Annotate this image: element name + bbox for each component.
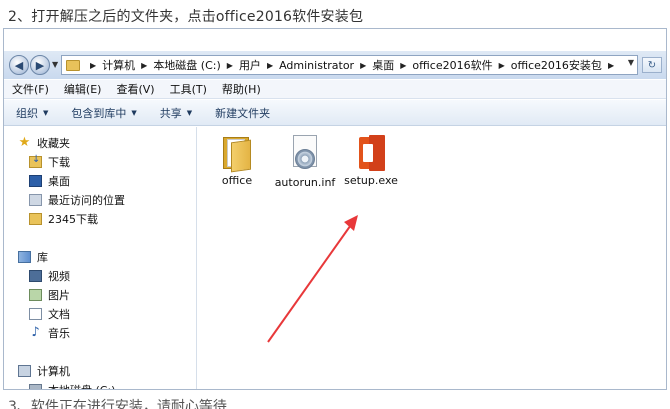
- include-in-library-button[interactable]: 包含到库中 ▼: [59, 105, 147, 121]
- chevron-down-icon: ▼: [43, 108, 49, 117]
- chevron-right-icon[interactable]: ▶: [90, 61, 96, 70]
- nav-item-music[interactable]: ♪ 音乐: [29, 325, 70, 341]
- new-folder-button[interactable]: 新建文件夹: [203, 105, 281, 121]
- nav-item-2345-downloads[interactable]: 2345下载: [29, 211, 98, 227]
- address-history-dropdown-icon[interactable]: ▼: [628, 58, 634, 67]
- chevron-right-icon[interactable]: ▶: [227, 61, 233, 70]
- nav-computer[interactable]: 计算机: [18, 363, 70, 379]
- menu-file[interactable]: 文件(F): [4, 81, 56, 97]
- recent-places-icon: [29, 194, 42, 206]
- folder-icon: [66, 59, 80, 71]
- chevron-right-icon[interactable]: ▶: [499, 61, 505, 70]
- nav-item-label: 视频: [48, 270, 70, 283]
- next-step-caption: 3、软件正在进行安装，请耐心等待: [8, 399, 227, 409]
- nav-item-pictures[interactable]: 图片: [29, 287, 70, 303]
- chevron-down-icon: ▼: [186, 108, 193, 117]
- document-icon: [29, 308, 42, 320]
- include-library-label: 包含到库中: [71, 106, 127, 120]
- chevron-right-icon[interactable]: ▶: [360, 61, 366, 70]
- folder-icon: [29, 213, 42, 225]
- address-row: ◀ ▶ ▼ ▶ 计算机 ▶ 本地磁盘 (C:) ▶ 用户 ▶ Administr…: [4, 51, 666, 79]
- video-icon: [29, 270, 42, 282]
- disk-drive-icon: [29, 384, 42, 389]
- step-caption: 2、打开解压之后的文件夹，点击office2016软件安装包: [8, 9, 364, 25]
- menu-edit[interactable]: 编辑(E): [56, 81, 109, 97]
- chevron-right-icon[interactable]: ▶: [267, 61, 273, 70]
- nav-favorites-label: 收藏夹: [37, 137, 70, 150]
- file-list-area[interactable]: office autorun.inf setup.exe: [198, 127, 666, 389]
- new-folder-label: 新建文件夹: [215, 106, 271, 120]
- nav-computer-label: 计算机: [37, 365, 70, 378]
- desktop-icon: [29, 175, 42, 187]
- nav-libraries-label: 库: [37, 251, 48, 264]
- chevron-down-icon: ▼: [131, 108, 137, 117]
- nav-item-label: 文档: [48, 308, 70, 321]
- nav-item-local-disk[interactable]: 本地磁盘 (C:): [29, 382, 115, 389]
- nav-item-desktop[interactable]: 桌面: [29, 173, 70, 189]
- computer-icon: [18, 365, 31, 377]
- navigation-pane: ★ 收藏夹 下载 桌面 最近访问的位置 2345下载 库 视频: [4, 127, 197, 389]
- nav-item-label: 最近访问的位置: [48, 194, 125, 207]
- nav-libraries[interactable]: 库: [18, 249, 48, 265]
- organize-label: 组织: [16, 106, 38, 120]
- forward-button[interactable]: ▶: [30, 55, 50, 75]
- chevron-right-icon[interactable]: ▶: [141, 61, 147, 70]
- nav-item-documents[interactable]: 文档: [29, 306, 70, 322]
- refresh-icon[interactable]: ↻: [642, 57, 662, 73]
- nav-item-downloads[interactable]: 下载: [29, 154, 70, 170]
- music-note-icon: ♪: [31, 325, 40, 340]
- breadcrumb-office2016-software[interactable]: office2016软件: [412, 57, 492, 73]
- picture-icon: [29, 289, 42, 301]
- command-toolbar: 组织 ▼ 包含到库中 ▼ 共享 ▼ 新建文件夹: [4, 100, 666, 126]
- chevron-right-icon[interactable]: ▶: [608, 61, 614, 70]
- recent-pages-dropdown-icon[interactable]: ▼: [52, 60, 58, 69]
- download-folder-icon: [29, 154, 42, 168]
- explorer-window: ◀ ▶ ▼ ▶ 计算机 ▶ 本地磁盘 (C:) ▶ 用户 ▶ Administr…: [3, 28, 667, 390]
- menu-help[interactable]: 帮助(H): [214, 81, 268, 97]
- nav-item-label: 图片: [48, 289, 70, 302]
- nav-item-label: 桌面: [48, 175, 70, 188]
- breadcrumb-local-disk[interactable]: 本地磁盘 (C:): [153, 57, 220, 73]
- address-bar[interactable]: ▶ 计算机 ▶ 本地磁盘 (C:) ▶ 用户 ▶ Administrator ▶…: [61, 55, 638, 75]
- breadcrumb-administrator[interactable]: Administrator: [279, 59, 354, 72]
- menu-tools[interactable]: 工具(T): [162, 81, 214, 97]
- organize-button[interactable]: 组织 ▼: [4, 105, 59, 121]
- annotation-arrow: [267, 215, 358, 343]
- share-label: 共享: [159, 106, 182, 120]
- back-button[interactable]: ◀: [9, 55, 29, 75]
- star-icon: ★: [18, 135, 31, 150]
- nav-item-label: 音乐: [48, 327, 70, 340]
- breadcrumb-users[interactable]: 用户: [239, 57, 261, 73]
- nav-favorites[interactable]: ★ 收藏夹: [18, 135, 70, 151]
- menu-bar: 文件(F) 编辑(E) 查看(V) 工具(T) 帮助(H): [4, 80, 666, 99]
- nav-item-label: 本地磁盘 (C:): [48, 382, 115, 389]
- nav-item-videos[interactable]: 视频: [29, 268, 70, 284]
- breadcrumb-computer[interactable]: 计算机: [102, 57, 135, 73]
- nav-item-recent-places[interactable]: 最近访问的位置: [29, 192, 125, 208]
- nav-item-label: 下载: [48, 156, 70, 169]
- breadcrumb-office2016-package[interactable]: office2016安装包: [511, 57, 602, 73]
- breadcrumb-desktop[interactable]: 桌面: [372, 57, 394, 73]
- menu-view[interactable]: 查看(V): [108, 81, 161, 97]
- library-icon: [18, 251, 31, 263]
- chevron-right-icon[interactable]: ▶: [400, 61, 406, 70]
- nav-item-label: 2345下载: [48, 213, 98, 226]
- share-button[interactable]: 共享 ▼: [148, 105, 203, 121]
